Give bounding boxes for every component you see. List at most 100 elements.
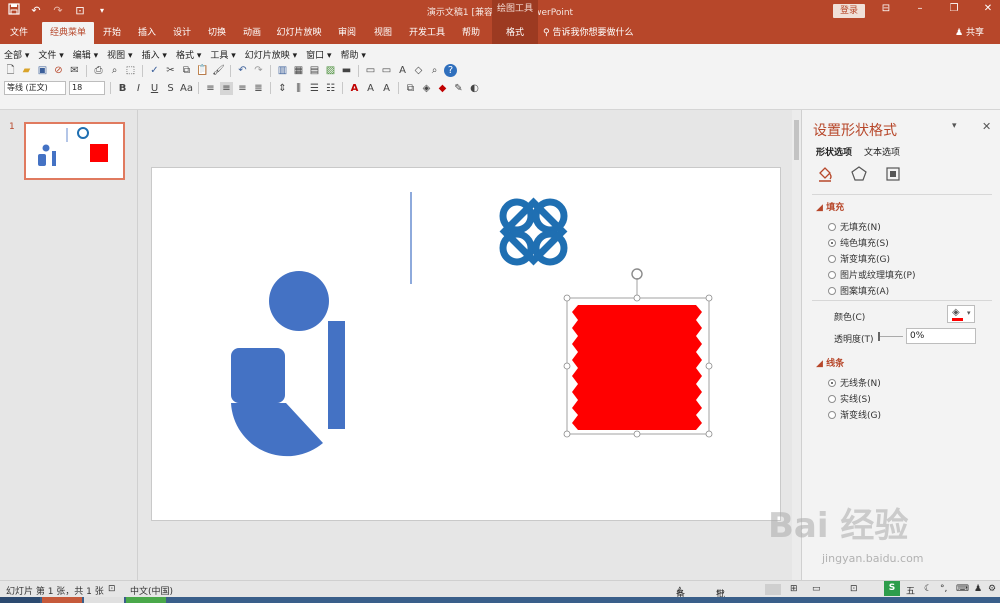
close-icon[interactable]: ✕	[982, 3, 994, 14]
cut-icon[interactable]: ✂	[164, 64, 177, 77]
radio-button[interactable]	[828, 410, 836, 419]
transparency-slider-handle[interactable]	[878, 332, 880, 341]
arrange-icon[interactable]: ⧉	[404, 82, 417, 95]
transparency-slider[interactable]	[878, 336, 903, 337]
tab-home[interactable]: 开始	[98, 22, 126, 44]
fill-line-icon[interactable]	[816, 165, 834, 183]
copy-icon[interactable]: ⧉	[180, 64, 193, 77]
line-style-icon[interactable]: ▬	[340, 64, 353, 77]
slide-thumbnail[interactable]	[24, 122, 125, 180]
radio-button[interactable]	[828, 394, 836, 403]
line-spacing-icon[interactable]: ⇕	[276, 82, 289, 95]
line-option-none[interactable]: 无线条(N)	[828, 376, 881, 389]
line-option-gradient[interactable]: 渐变线(G)	[828, 408, 881, 421]
underline-icon[interactable]: U	[148, 82, 161, 95]
insert-picture-icon[interactable]: ▨	[324, 64, 337, 77]
tab-file[interactable]: 文件	[4, 22, 34, 44]
menu-all[interactable]: 全部 ▾	[4, 48, 29, 61]
menu-slideshow[interactable]: 幻灯片放映 ▾	[245, 48, 297, 61]
tab-review[interactable]: 审阅	[333, 22, 361, 44]
tab-insert[interactable]: 插入	[133, 22, 161, 44]
menu-insert[interactable]: 插入 ▾	[142, 48, 167, 61]
radio-button[interactable]	[828, 270, 836, 279]
tab-slideshow[interactable]: 幻灯片放映	[273, 22, 325, 44]
tab-transitions[interactable]: 切换	[203, 22, 231, 44]
login-button[interactable]: 登录	[833, 4, 865, 18]
keyboard-icon[interactable]: ⌨	[956, 584, 969, 594]
permission-icon[interactable]: ⊘	[52, 64, 65, 77]
tab-format[interactable]: 格式	[492, 22, 538, 44]
size-properties-icon[interactable]	[884, 165, 902, 183]
format-painter-icon[interactable]: 🖌	[212, 64, 225, 77]
tell-me-search[interactable]: ⚲ 告诉我你想要做什么	[543, 22, 633, 44]
scrollbar-thumb[interactable]	[794, 120, 799, 160]
select-icon[interactable]: ⬚	[124, 64, 137, 77]
normal-view-button[interactable]	[765, 584, 781, 595]
ime-icon[interactable]: S	[884, 581, 900, 596]
menu-format[interactable]: 格式 ▾	[176, 48, 201, 61]
tab-animations[interactable]: 动画	[238, 22, 266, 44]
tab-design[interactable]: 设计	[168, 22, 196, 44]
taskbar-app[interactable]	[84, 597, 124, 603]
columns-icon[interactable]: ▤	[308, 64, 321, 77]
tab-text-options[interactable]: 文本选项	[864, 145, 900, 158]
fill-option-picture[interactable]: 图片或纹理填充(P)	[828, 268, 915, 281]
chevron-down-icon[interactable]: ▾	[952, 121, 957, 131]
zoom-icon[interactable]: ⌕	[428, 64, 441, 77]
effects-icon[interactable]	[850, 165, 868, 183]
shapes-icon[interactable]: ◇	[412, 64, 425, 77]
person-icon[interactable]: ♟	[974, 584, 982, 594]
layout-icon[interactable]: ▭	[364, 64, 377, 77]
paste-icon[interactable]: 📋	[196, 64, 209, 77]
menu-file[interactable]: 文件 ▾	[38, 48, 63, 61]
tab-classic-menu[interactable]: 经典菜单	[42, 22, 94, 44]
print-icon[interactable]: ⎙	[92, 64, 105, 77]
numbering-icon[interactable]: ☷	[324, 82, 337, 95]
tab-shape-options[interactable]: 形状选项	[816, 145, 852, 158]
align-right-icon[interactable]: ≡	[236, 82, 249, 95]
font-size-combo[interactable]: 18	[69, 81, 105, 95]
align-center-icon[interactable]: ≡	[220, 81, 233, 95]
open-folder-icon[interactable]: ▰	[20, 64, 33, 77]
change-case-icon[interactable]: Aa	[180, 82, 193, 95]
line-section-header[interactable]: ◢ 线条	[816, 356, 844, 369]
shrink-font-icon[interactable]: A	[380, 82, 393, 95]
menu-view[interactable]: 视图 ▾	[107, 48, 132, 61]
slideshow-icon[interactable]: ⊡	[850, 584, 858, 594]
radio-button[interactable]	[828, 222, 836, 231]
spelling-icon[interactable]: ✓	[148, 64, 161, 77]
bullets-icon[interactable]: ☰	[308, 82, 321, 95]
settings-icon[interactable]: ⚙	[988, 584, 996, 594]
start-button[interactable]	[0, 597, 40, 603]
print-preview-icon[interactable]: ⌕	[108, 64, 121, 77]
mail-icon[interactable]: ✉	[68, 64, 81, 77]
slide-icon[interactable]: ▭	[380, 64, 393, 77]
justify-icon[interactable]: ≣	[252, 82, 265, 95]
moon-icon[interactable]: ☾	[924, 584, 932, 594]
punctuation-icon[interactable]: °,	[940, 584, 947, 594]
undo-icon[interactable]: ↶	[236, 64, 249, 77]
fill-section-header[interactable]: ◢ 填充	[816, 200, 844, 213]
restore-icon[interactable]: ❐	[948, 3, 960, 14]
radio-button[interactable]	[828, 238, 836, 247]
save-icon[interactable]: ▣	[36, 64, 49, 77]
align-left-icon[interactable]: ≡	[204, 82, 217, 95]
tab-help[interactable]: 帮助	[456, 22, 486, 44]
redo-icon[interactable]: ↷	[252, 64, 265, 77]
text-box-icon[interactable]: A	[396, 64, 409, 77]
tab-view[interactable]: 视图	[369, 22, 397, 44]
radio-button[interactable]	[828, 378, 836, 387]
fill-option-none[interactable]: 无填充(N)	[828, 220, 881, 233]
transparency-input[interactable]: 0%	[906, 328, 976, 344]
new-file-icon[interactable]: 🗋	[4, 64, 17, 77]
language-indicator[interactable]: 中文(中国)	[130, 584, 173, 597]
shape-outline-icon[interactable]: ✎	[452, 82, 465, 95]
fill-option-solid[interactable]: 纯色填充(S)	[828, 236, 889, 249]
radio-button[interactable]	[828, 286, 836, 295]
taskbar-powerpoint[interactable]	[42, 597, 82, 603]
radio-button[interactable]	[828, 254, 836, 263]
insert-chart-icon[interactable]: ▥	[276, 64, 289, 77]
reading-view-icon[interactable]: ▭	[812, 584, 821, 594]
italic-icon[interactable]: I	[132, 82, 145, 95]
shape-fill-icon[interactable]: ◆	[436, 82, 449, 95]
